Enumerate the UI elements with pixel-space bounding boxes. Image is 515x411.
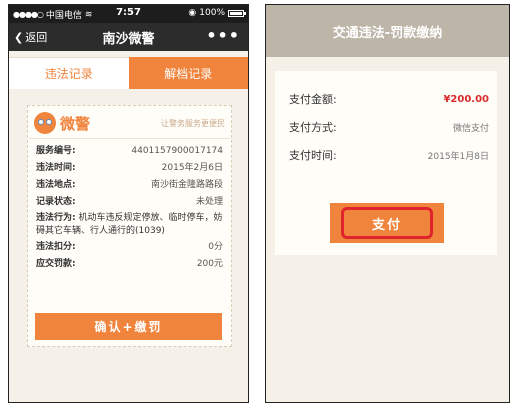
police-mascot-icon	[34, 112, 56, 134]
confirm-pay-button[interactable]: 确认+缴罚	[35, 313, 222, 340]
phone-screen-violation-records: ●●●●○ 中国电信 ≋ 7:57 ◉ 100% ❮ 返回 南沙微警 ••• 违…	[8, 4, 249, 403]
detail-row-violation-location: 违法地点: 南沙街金隆路路段	[36, 177, 223, 194]
ticket-details: 服务编号: 4401157900017174 违法时间: 2015年2月6日 违…	[28, 139, 231, 277]
pay-button[interactable]: 支付	[330, 203, 444, 243]
detail-value: 未处理	[195, 197, 223, 207]
detail-value: 南沙街金隆路路段	[150, 180, 223, 190]
phone-screen-fine-payment: 交通违法-罚款缴纳 支付金额: ¥200.00 支付方式: 微信支付 支付时间:…	[265, 4, 510, 403]
detail-label: 应交罚款:	[36, 259, 76, 269]
detail-row-points: 违法扣分: 0分	[36, 239, 223, 256]
detail-row-fine: 应交罚款: 200元	[36, 256, 223, 273]
detail-label: 违法扣分:	[36, 242, 76, 252]
logo-text: 微警	[60, 114, 91, 133]
payment-row-time: 支付时间: 2015年1月8日	[275, 141, 497, 169]
detail-label: 记录状态:	[36, 197, 76, 207]
status-bar: ●●●●○ 中国电信 ≋ 7:57 ◉ 100%	[9, 5, 248, 23]
payment-label: 支付时间:	[289, 149, 337, 162]
detail-row-record-status: 记录状态: 未处理	[36, 194, 223, 211]
more-menu-button[interactable]: •••	[206, 26, 240, 45]
payment-row-amount: 支付金额: ¥200.00	[275, 85, 497, 113]
detail-value: 0分	[208, 242, 223, 252]
payment-label: 支付金额:	[289, 93, 337, 106]
detail-label: 违法行为:	[36, 213, 76, 223]
detail-value: 2015年2月6日	[161, 163, 223, 173]
orientation-lock-icon: ◉	[188, 8, 197, 18]
detail-value: 200元	[196, 259, 223, 269]
payment-method: 微信支付	[452, 123, 489, 134]
payment-row-method: 支付方式: 微信支付	[275, 113, 497, 141]
detail-value: 4401157900017174	[131, 146, 223, 156]
payment-time: 2015年1月8日	[427, 151, 489, 162]
battery-text: 100%	[199, 8, 225, 18]
payment-label: 支付方式:	[289, 121, 337, 134]
detail-row-violation-time: 违法时间: 2015年2月6日	[36, 160, 223, 177]
payment-amount: ¥200.00	[443, 93, 489, 105]
nav-bar: ❮ 返回 南沙微警 •••	[9, 23, 248, 51]
detail-label: 违法地点:	[36, 180, 76, 190]
battery-icon	[228, 9, 246, 17]
ticket-header: 微警 让警务服务更便民	[28, 106, 231, 139]
slogan: 让警务服务更便民	[161, 118, 225, 128]
detail-label: 违法时间:	[36, 163, 76, 173]
tab-archive-records[interactable]: 解档记录	[128, 57, 248, 89]
detail-row-service-no: 服务编号: 4401157900017174	[36, 143, 223, 160]
tab-violation-records[interactable]: 违法记录	[9, 57, 129, 89]
detail-label: 服务编号:	[36, 146, 76, 156]
pay-button-label: 支付	[341, 207, 433, 239]
record-tabs: 违法记录 解档记录	[9, 57, 248, 89]
detail-row-violation-behavior: 违法行为: 机动车违反规定停放、临时停车，妨碍其它车辆、行人通行的(1039)	[36, 211, 223, 239]
payment-header: 交通违法-罚款缴纳	[266, 5, 509, 57]
payment-card: 支付金额: ¥200.00 支付方式: 微信支付 支付时间: 2015年1月8日…	[275, 71, 497, 255]
violation-ticket: 微警 让警务服务更便民 服务编号: 4401157900017174 违法时间:…	[27, 105, 232, 347]
